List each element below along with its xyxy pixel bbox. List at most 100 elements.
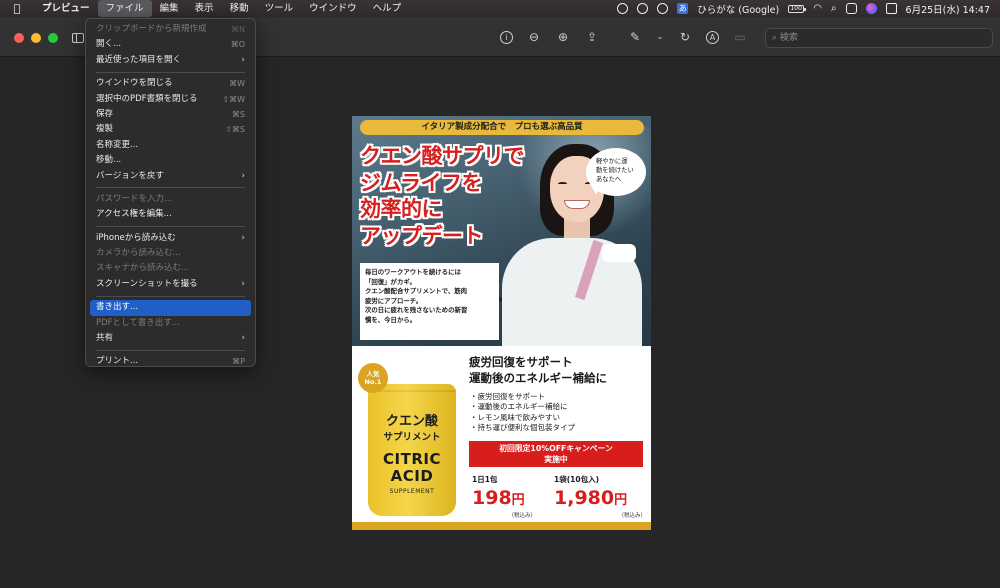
- headline-line: ジムライフを: [360, 170, 482, 195]
- speech-bubble: 軽やかに運 動を続けたい あなたへ: [586, 148, 646, 196]
- file-menu-item[interactable]: 移動...: [90, 153, 251, 168]
- menu-edit[interactable]: 編集: [152, 0, 187, 17]
- file-menu-item: パスワードを入力...: [90, 192, 251, 207]
- feature-item: ・運動後のエネルギー補給に: [470, 402, 568, 412]
- fullscreen-window-button[interactable]: [48, 33, 58, 43]
- price-amount: 1,980: [554, 487, 615, 509]
- annotate-icon[interactable]: A: [706, 30, 719, 44]
- menu-separator: [96, 71, 245, 73]
- headline-line: アップデート: [360, 223, 484, 248]
- menu-file[interactable]: ファイル: [97, 0, 152, 17]
- siri-icon[interactable]: [865, 3, 877, 14]
- creative-cloud-icon[interactable]: [637, 3, 649, 14]
- rotate-icon[interactable]: ↻: [677, 29, 693, 45]
- close-window-button[interactable]: [14, 33, 24, 43]
- search-input[interactable]: ⌕ 検索: [765, 28, 993, 48]
- top-banner: イタリア製成分配合で プロも選ぶ高品質: [360, 120, 644, 135]
- file-menu-item: クリップボードから新規作成 ⌘N: [90, 22, 251, 37]
- price-unit: 円: [614, 493, 628, 508]
- menu-item-label: 選択中のPDF書類を閉じる: [96, 93, 198, 104]
- file-menu-item[interactable]: 選択中のPDF書類を閉じる ⇧⌘W: [90, 92, 251, 107]
- clock[interactable]: 6月25日(水) 14:47: [906, 2, 990, 16]
- menu-help[interactable]: ヘルプ: [365, 0, 410, 17]
- search-field-icon: ⌕: [772, 33, 778, 43]
- menu-item-label: 書き出す...: [96, 302, 139, 313]
- file-menu-item[interactable]: プリント... ⌘P: [90, 354, 251, 369]
- badge-line: No.1: [364, 378, 382, 386]
- menu-item-label: プリント...: [96, 356, 139, 367]
- menu-window[interactable]: ウインドウ: [301, 0, 365, 17]
- menu-go[interactable]: 移動: [222, 0, 257, 17]
- file-menu-item[interactable]: 共有 ›: [90, 331, 251, 346]
- menu-item-label: パスワードを入力...: [96, 193, 173, 204]
- input-method-icon[interactable]: あ: [677, 3, 689, 14]
- tax-note: （税込み）: [618, 513, 646, 519]
- file-menu-item[interactable]: アクセス権を編集...: [90, 207, 251, 222]
- file-menu-item[interactable]: 開く... ⌘O: [90, 37, 251, 52]
- file-menu-item[interactable]: 複製 ⇧⌘S: [90, 122, 251, 137]
- sidebar-toggle-icon[interactable]: [72, 33, 84, 43]
- price-bag: 1袋(10包入) 1,980円 （税込み）: [554, 474, 646, 519]
- chevron-right-icon: ›: [241, 333, 245, 344]
- chevron-down-icon[interactable]: ⌄: [656, 29, 664, 45]
- file-menu-item[interactable]: 保存 ⌘S: [90, 107, 251, 122]
- chevron-right-icon: ›: [241, 232, 245, 243]
- badge-line: 人気: [366, 370, 380, 378]
- control-center-icon[interactable]: [845, 3, 857, 14]
- file-menu-dropdown: クリップボードから新規作成 ⌘N 開く... ⌘O 最近使った項目を開く › ウインドウを閉…: [85, 18, 256, 367]
- menu-preview[interactable]: プレビュー: [34, 0, 98, 17]
- file-menu-item: PDFとして書き出す...: [90, 316, 251, 331]
- pouch-subtitle-jp: サプリメント: [383, 432, 441, 443]
- menu-tools[interactable]: ツール: [257, 0, 302, 17]
- input-source-label[interactable]: ひらがな (Google): [697, 2, 779, 16]
- info-icon[interactable]: i: [500, 30, 513, 44]
- share-icon[interactable]: ⇪: [584, 29, 600, 45]
- file-menu-item[interactable]: iPhoneから読み込む ›: [90, 231, 251, 246]
- file-menu-item[interactable]: バージョンを戻す ›: [90, 169, 251, 184]
- menu-item-shortcut: ⌘S: [231, 109, 245, 119]
- file-menu-item[interactable]: 書き出す...: [90, 300, 251, 316]
- time-machine-icon[interactable]: [657, 3, 669, 14]
- price-amount: 198: [472, 487, 512, 509]
- zoom-out-icon[interactable]: ⊖: [526, 29, 542, 45]
- price-label: 1袋(10包入): [554, 475, 600, 484]
- menu-item-label: スキャナから読み込む...: [96, 263, 190, 274]
- menu-item-shortcut: ⌘W: [229, 79, 245, 89]
- body-line: 毎日のワークアウトを続けるには: [365, 268, 461, 276]
- menu-item-label: PDFとして書き出す...: [96, 317, 180, 328]
- search-icon[interactable]: ⌕: [831, 3, 837, 14]
- body-line: クエン酸配合サプリメントで、筋肉: [365, 287, 467, 296]
- menu-item-shortcut: ⇧⌘S: [225, 125, 245, 135]
- campaign-banner: 初回限定10%OFFキャンペーン 実施中: [469, 441, 643, 467]
- screen-mirroring-icon[interactable]: [885, 3, 897, 14]
- wifi-icon[interactable]: ◠: [813, 3, 822, 14]
- menu-separator: [96, 349, 245, 351]
- menu-item-label: 保存: [96, 108, 114, 119]
- menu-item-label: アクセス権を編集...: [96, 209, 172, 220]
- file-menu-item[interactable]: 最近使った項目を開く ›: [90, 53, 251, 68]
- menu-item-label: 最近使った項目を開く: [96, 54, 182, 65]
- pouch-title-en-2: ACID: [390, 467, 434, 485]
- file-menu-item[interactable]: ウインドウを閉じる ⌘W: [90, 76, 251, 91]
- menu-item-shortcut: ⌘N: [231, 25, 245, 34]
- battery-icon[interactable]: 100: [788, 4, 807, 13]
- form-fill-icon[interactable]: ▭: [732, 29, 748, 45]
- price-value: 198円: [472, 487, 536, 512]
- menu-view[interactable]: 表示: [187, 0, 222, 17]
- product-title: 疲労回復をサポート 運動後のエネルギー補給に: [469, 354, 607, 386]
- browser-status-icon[interactable]: [617, 3, 629, 14]
- apple-menu-icon[interactable]: : [0, 2, 34, 15]
- product-section: クエン酸 サプリメント CITRIC ACID SUPPLEMENT 人気 No…: [352, 346, 651, 522]
- campaign-line: 初回限定10%OFFキャンペーン: [499, 444, 613, 453]
- body-line: 次の日に疲れを残さないための新習: [365, 306, 468, 315]
- document-page[interactable]: イタリア製成分配合で プロも選ぶ高品質 クエン酸サプリで ジムライフを 効率的に…: [352, 116, 651, 530]
- search-placeholder: 検索: [779, 33, 798, 43]
- menu-separator: [96, 295, 245, 297]
- file-menu-item[interactable]: 名称変更...: [90, 138, 251, 153]
- minimize-window-button[interactable]: [31, 33, 41, 43]
- file-menu-item[interactable]: スクリーンショットを撮る ›: [90, 277, 251, 292]
- markup-pen-icon[interactable]: ✎: [627, 29, 643, 45]
- bubble-line: 軽やかに運: [596, 158, 628, 165]
- zoom-in-icon[interactable]: ⊕: [555, 29, 571, 45]
- body-text-box: 毎日のワークアウトを続けるには 「回復」がカギ。 クエン酸配合サプリメントで、筋…: [360, 263, 499, 340]
